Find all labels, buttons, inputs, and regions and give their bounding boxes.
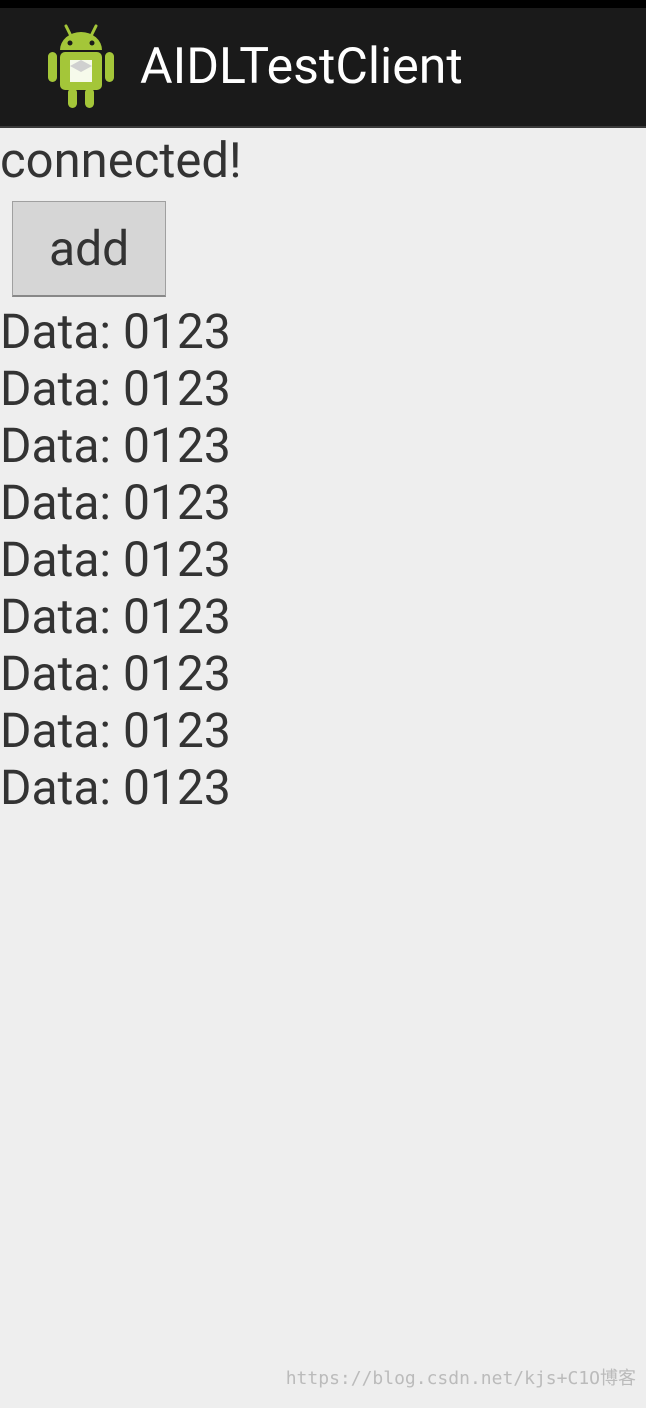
app-title: AIDLTestClient <box>140 38 463 96</box>
list-item: Data: 0123 <box>0 645 646 702</box>
list-item: Data: 0123 <box>0 759 646 816</box>
list-item: Data: 0123 <box>0 702 646 759</box>
watermark-text: https://blog.csdn.net/kjs+C1O博客 <box>286 1364 636 1390</box>
status-text: connected! <box>0 128 646 189</box>
list-item: Data: 0123 <box>0 417 646 474</box>
content-area: connected! add Data: 0123 Data: 0123 Dat… <box>0 128 646 816</box>
action-bar: AIDLTestClient <box>0 8 646 128</box>
add-button[interactable]: add <box>12 201 166 297</box>
list-item: Data: 0123 <box>0 303 646 360</box>
list-item: Data: 0123 <box>0 474 646 531</box>
data-list: Data: 0123 Data: 0123 Data: 0123 Data: 0… <box>0 303 646 816</box>
list-item: Data: 0123 <box>0 588 646 645</box>
list-item: Data: 0123 <box>0 531 646 588</box>
app-icon <box>42 22 120 112</box>
list-item: Data: 0123 <box>0 360 646 417</box>
status-bar <box>0 0 646 8</box>
